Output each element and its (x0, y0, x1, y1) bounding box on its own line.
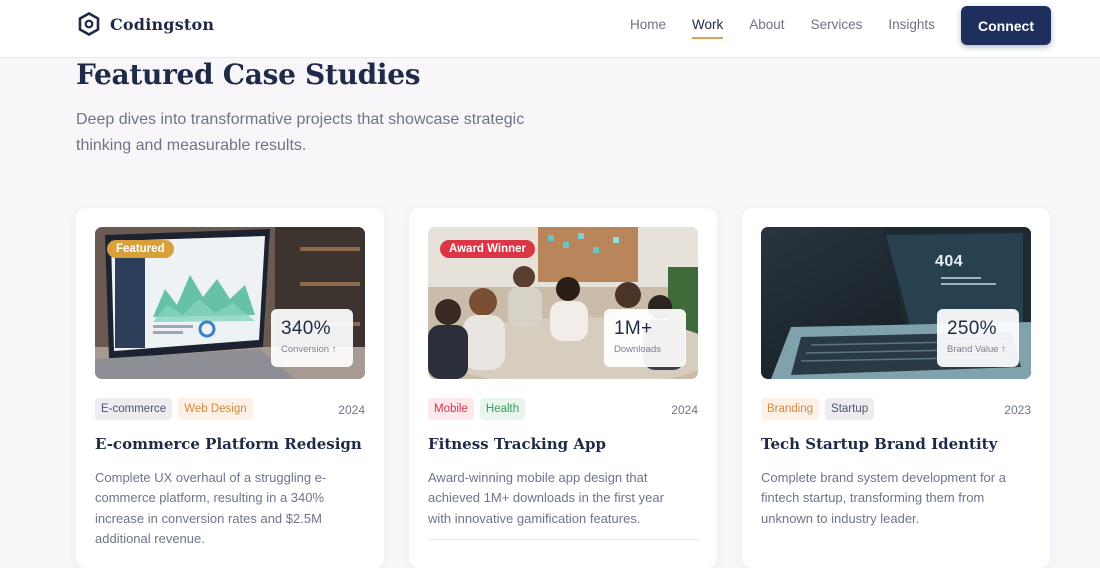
brand-logo[interactable]: Codingston (78, 12, 214, 36)
tag[interactable]: Health (479, 398, 526, 420)
case-study-image[interactable]: Featured 340% Conversion ↑ (95, 227, 365, 379)
tag-list: Branding Startup (761, 398, 875, 420)
brand-name: Codingston (110, 14, 215, 34)
connect-button[interactable]: Connect (961, 6, 1051, 45)
stat-overlay: 250% Brand Value ↑ (937, 309, 1019, 367)
case-study-description: Complete UX overhaul of a struggling e-c… (95, 470, 327, 546)
main-menu: Home Work About Services Insights (630, 17, 935, 39)
case-study-card-ecommerce[interactable]: Featured 340% Conversion ↑ E-commerce We… (76, 208, 384, 568)
stat-value: 250% (947, 318, 997, 339)
case-study-description: Award-winning mobile app design that ach… (428, 470, 664, 526)
project-year: 2024 (338, 403, 365, 417)
case-study-image[interactable]: 404 250% Brand Value ↑ (761, 227, 1031, 379)
nav-work[interactable]: Work (692, 17, 724, 39)
project-year: 2023 (1004, 403, 1031, 417)
nav-home[interactable]: Home (630, 17, 666, 39)
nav-services[interactable]: Services (811, 17, 863, 39)
stat-label: Brand Value ↑ (947, 344, 1006, 355)
case-study-image[interactable]: Award Winner 1M+ Downloads (428, 227, 698, 379)
page-subtitle: Deep dives into transformative projects … (76, 111, 525, 154)
case-study-card-fitness[interactable]: Award Winner 1M+ Downloads Mobile Health… (409, 208, 717, 568)
nav-insights[interactable]: Insights (888, 17, 935, 39)
page-title: Featured Case Studies (76, 58, 421, 91)
stat-overlay: 1M+ Downloads (604, 309, 686, 367)
stat-value: 340% (281, 318, 331, 339)
case-study-title[interactable]: Fitness Tracking App (428, 435, 606, 453)
tag[interactable]: Branding (761, 398, 820, 420)
award-badge: Award Winner (440, 240, 536, 258)
tag[interactable]: Web Design (178, 398, 253, 420)
tag-list: Mobile Health (428, 398, 526, 420)
case-study-title[interactable]: E-commerce Platform Redesign (95, 435, 362, 453)
stat-overlay: 340% Conversion ↑ (271, 309, 353, 367)
screen-404-text: 404 (935, 253, 964, 270)
tag[interactable]: E-commerce (95, 398, 173, 420)
case-study-card-brand[interactable]: 404 250% Brand Value ↑ Branding Startup … (742, 208, 1050, 568)
tag[interactable]: Startup (825, 398, 875, 420)
stat-label: Conversion ↑ (281, 344, 337, 355)
tag[interactable]: Mobile (428, 398, 474, 420)
nav-about[interactable]: About (749, 17, 784, 39)
case-study-title[interactable]: Tech Startup Brand Identity (761, 435, 997, 453)
stat-label: Downloads (614, 344, 661, 355)
case-study-description: Complete brand system development for a … (761, 470, 1006, 526)
stat-value: 1M+ (614, 318, 653, 339)
top-navbar: Codingston Home Work About Services Insi… (0, 0, 1100, 58)
hexagon-logo-icon (78, 12, 100, 36)
project-year: 2024 (671, 403, 698, 417)
featured-badge: Featured (107, 240, 174, 258)
card-divider (428, 539, 698, 540)
tag-list: E-commerce Web Design (95, 398, 253, 420)
